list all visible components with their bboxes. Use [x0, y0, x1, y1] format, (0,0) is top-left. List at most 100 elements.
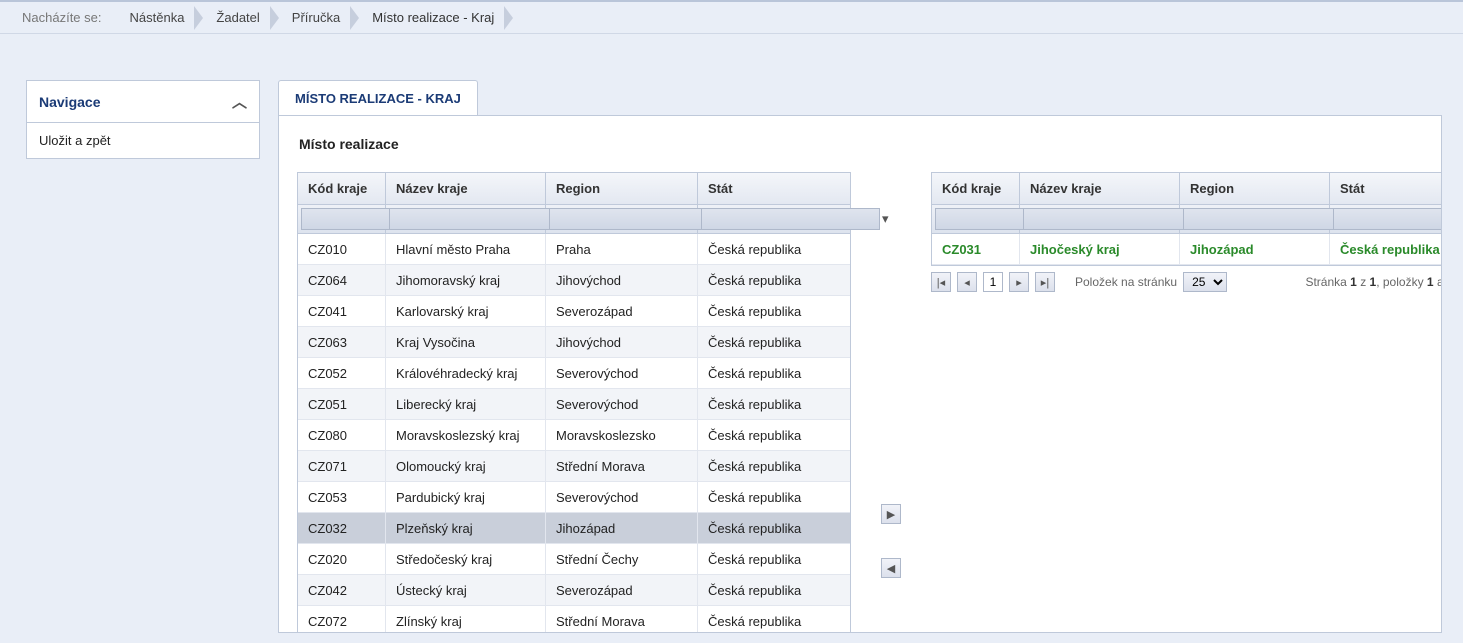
- cell-name: Středočeský kraj: [386, 544, 546, 575]
- cell-name: Karlovarský kraj: [386, 296, 546, 327]
- cell-name: Moravskoslezský kraj: [386, 420, 546, 451]
- move-left-button[interactable]: ◀: [881, 558, 901, 578]
- col-header-region[interactable]: Region: [546, 173, 698, 205]
- cell-state: Česká republika: [1330, 234, 1442, 265]
- cell-name: Pardubický kraj: [386, 482, 546, 513]
- cell-code: CZ052: [298, 358, 386, 389]
- filter-state-input[interactable]: [1333, 208, 1442, 230]
- cell-name: Kraj Vysočina: [386, 327, 546, 358]
- table-row[interactable]: CZ020Středočeský krajStřední ČechyČeská …: [298, 544, 850, 575]
- cell-region: Střední Morava: [546, 451, 698, 482]
- filter-name-input[interactable]: [1023, 208, 1202, 230]
- main-panel: Místo realizace Kód kraje Název kraje Re…: [278, 115, 1442, 633]
- cell-region: Severovýchod: [546, 389, 698, 420]
- col-header-state[interactable]: Stát: [698, 173, 850, 205]
- filter-icon[interactable]: ▾: [882, 208, 889, 230]
- move-right-button[interactable]: ▶: [881, 504, 901, 524]
- pager-first-button[interactable]: |◂: [931, 272, 951, 292]
- table-row[interactable]: CZ010Hlavní město PrahaPrahaČeská republ…: [298, 234, 850, 265]
- pager-perpage-label: Položek na stránku: [1075, 275, 1177, 289]
- nav-header[interactable]: Navigace ︿: [27, 81, 259, 123]
- cell-state: Česká republika: [698, 265, 850, 296]
- cell-code: CZ080: [298, 420, 386, 451]
- table-row[interactable]: CZ064Jihomoravský krajJihovýchodČeská re…: [298, 265, 850, 296]
- cell-state: Česká republika: [698, 575, 850, 606]
- cell-code: CZ064: [298, 265, 386, 296]
- col-header-code[interactable]: Kód kraje: [298, 173, 386, 205]
- pager-page-input[interactable]: [983, 272, 1003, 292]
- pager-last-button[interactable]: ▸|: [1035, 272, 1055, 292]
- breadcrumb-item[interactable]: Nástěnka: [116, 2, 203, 34]
- cell-region: Severovýchod: [546, 482, 698, 513]
- cell-code: CZ071: [298, 451, 386, 482]
- breadcrumb-item[interactable]: Žadatel: [202, 2, 277, 34]
- cell-code: CZ051: [298, 389, 386, 420]
- cell-region: Jihovýchod: [546, 327, 698, 358]
- table-row[interactable]: CZ051Liberecký krajSeverovýchodČeská rep…: [298, 389, 850, 420]
- table-row[interactable]: CZ052Královéhradecký krajSeverovýchodČes…: [298, 358, 850, 389]
- pager: |◂ ◂ ▸ ▸| Položek na stránku 25 Stránka …: [931, 272, 1442, 292]
- filter-state-input[interactable]: [701, 208, 880, 230]
- col-header-name[interactable]: Název kraje: [386, 173, 546, 205]
- table-row[interactable]: CZ032Plzeňský krajJihozápadČeská republi…: [298, 513, 850, 544]
- cell-region: Jihozápad: [1180, 234, 1330, 265]
- table-row[interactable]: CZ042Ústecký krajSeverozápadČeská republ…: [298, 575, 850, 606]
- cell-state: Česká republika: [698, 327, 850, 358]
- cell-name: Liberecký kraj: [386, 389, 546, 420]
- cell-state: Česká republika: [698, 451, 850, 482]
- table-row[interactable]: CZ031Jihočeský krajJihozápadČeská republ…: [932, 234, 1442, 265]
- col-header-state[interactable]: Stát: [1330, 173, 1442, 205]
- table-row[interactable]: CZ063Kraj VysočinaJihovýchodČeská republ…: [298, 327, 850, 358]
- col-header-code[interactable]: Kód kraje: [932, 173, 1020, 205]
- cell-name: Hlavní město Praha: [386, 234, 546, 265]
- table-row[interactable]: CZ080Moravskoslezský krajMoravskoslezsko…: [298, 420, 850, 451]
- nav-item-save-back[interactable]: Uložit a zpět: [27, 123, 259, 158]
- cell-region: Jihozápad: [546, 513, 698, 544]
- table-row[interactable]: CZ041Karlovarský krajSeverozápadČeská re…: [298, 296, 850, 327]
- cell-name: Zlínský kraj: [386, 606, 546, 633]
- cell-name: Jihomoravský kraj: [386, 265, 546, 296]
- cell-code: CZ032: [298, 513, 386, 544]
- breadcrumb-item[interactable]: Příručka: [278, 2, 358, 34]
- cell-region: Praha: [546, 234, 698, 265]
- cell-code: CZ041: [298, 296, 386, 327]
- nav-title: Navigace: [39, 94, 100, 110]
- chevron-up-icon: ︿: [232, 91, 247, 112]
- col-header-name[interactable]: Název kraje: [1020, 173, 1180, 205]
- cell-code: CZ042: [298, 575, 386, 606]
- filter-name-input[interactable]: [389, 208, 568, 230]
- table-row[interactable]: CZ072Zlínský krajStřední MoravaČeská rep…: [298, 606, 850, 633]
- pager-prev-button[interactable]: ◂: [957, 272, 977, 292]
- cell-state: Česká republika: [698, 544, 850, 575]
- cell-name: Olomoucký kraj: [386, 451, 546, 482]
- pager-summary: Stránka 1 z 1, položky 1 až 1 z 1: [1305, 275, 1442, 289]
- cell-state: Česká republika: [698, 389, 850, 420]
- cell-state: Česká republika: [698, 606, 850, 633]
- breadcrumb-label: Nacházíte se:: [22, 10, 102, 25]
- cell-region: Střední Morava: [546, 606, 698, 633]
- selected-regions-table: Kód kraje Název kraje Region Stát ▾ ▾ ▾: [931, 172, 1442, 266]
- panel-title: Místo realizace: [299, 136, 1423, 152]
- cell-name: Jihočeský kraj: [1020, 234, 1180, 265]
- cell-code: CZ020: [298, 544, 386, 575]
- cell-state: Česká republika: [698, 420, 850, 451]
- available-regions-table: Kód kraje Název kraje Region Stát ▾ ▾ ▾ …: [297, 172, 851, 633]
- cell-region: Severozápad: [546, 575, 698, 606]
- cell-region: Jihovýchod: [546, 265, 698, 296]
- cell-code: CZ063: [298, 327, 386, 358]
- cell-code: CZ010: [298, 234, 386, 265]
- pager-perpage-select[interactable]: 25: [1183, 272, 1227, 292]
- col-header-region[interactable]: Region: [1180, 173, 1330, 205]
- cell-state: Česká republika: [698, 296, 850, 327]
- table-row[interactable]: CZ071Olomoucký krajStřední MoravaČeská r…: [298, 451, 850, 482]
- table-row[interactable]: CZ053Pardubický krajSeverovýchodČeská re…: [298, 482, 850, 513]
- cell-code: CZ053: [298, 482, 386, 513]
- cell-state: Česká republika: [698, 482, 850, 513]
- breadcrumb: Nacházíte se: Nástěnka Žadatel Příručka …: [0, 2, 1463, 34]
- cell-name: Královéhradecký kraj: [386, 358, 546, 389]
- cell-region: Moravskoslezsko: [546, 420, 698, 451]
- pager-next-button[interactable]: ▸: [1009, 272, 1029, 292]
- cell-name: Plzeňský kraj: [386, 513, 546, 544]
- tab-misto-realizace[interactable]: MÍSTO REALIZACE - KRAJ: [278, 80, 478, 116]
- cell-state: Česká republika: [698, 358, 850, 389]
